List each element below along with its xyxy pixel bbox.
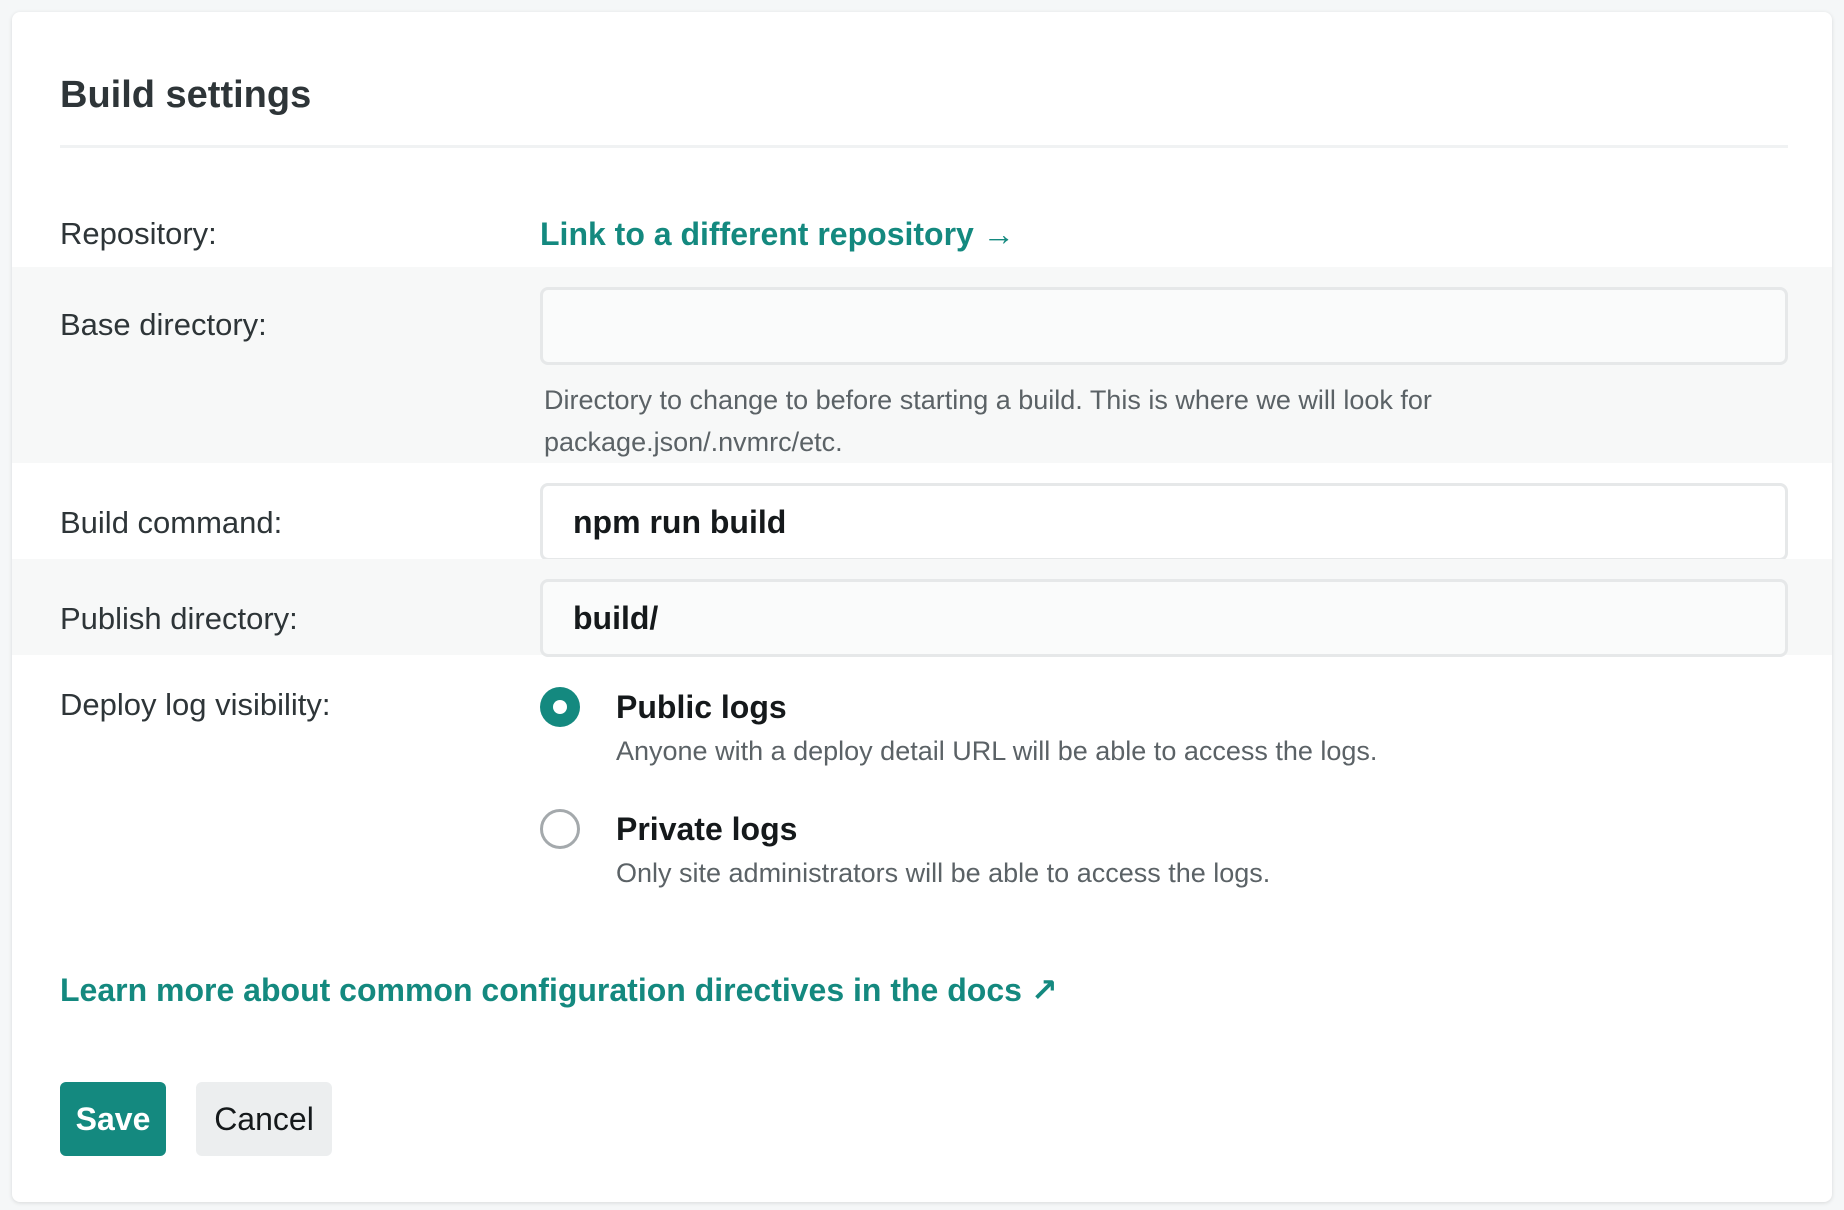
publish-directory-input[interactable] <box>540 579 1788 657</box>
title-divider <box>60 145 1788 148</box>
save-button[interactable]: Save <box>60 1082 166 1156</box>
link-different-repository[interactable]: Link to a different repository → <box>540 216 1015 252</box>
public-logs-radio[interactable] <box>540 687 580 727</box>
build-settings-card: Build settings Repository: Link to a dif… <box>12 12 1832 1202</box>
repository-label: Repository: <box>60 216 217 251</box>
card-title: Build settings <box>60 74 312 116</box>
private-logs-title: Private logs <box>616 811 798 847</box>
docs-link-text: Learn more about common configuration di… <box>60 972 1022 1008</box>
cancel-button[interactable]: Cancel <box>196 1082 332 1156</box>
base-directory-help: Directory to change to before starting a… <box>544 385 1432 457</box>
deploy-log-visibility-row: Deploy log visibility: Public logs Anyon… <box>12 655 1832 915</box>
docs-link[interactable]: Learn more about common configuration di… <box>60 968 1058 1012</box>
build-command-input[interactable] <box>540 483 1788 561</box>
publish-directory-label: Publish directory: <box>60 601 298 636</box>
publish-directory-row: Publish directory: <box>12 559 1832 657</box>
build-command-row: Build command: <box>12 463 1832 561</box>
public-logs-title: Public logs <box>616 689 787 725</box>
repository-link-text: Link to a different repository <box>540 216 974 252</box>
arrow-right-icon: → <box>982 216 1015 252</box>
base-directory-label: Base directory: <box>60 307 267 342</box>
private-logs-radio[interactable] <box>540 809 580 849</box>
base-directory-input[interactable] <box>540 287 1788 365</box>
build-command-label: Build command: <box>60 505 283 540</box>
repository-row: Repository: Link to a different reposito… <box>12 202 1832 262</box>
deploy-log-visibility-label: Deploy log visibility: <box>60 687 331 722</box>
external-link-icon: ↗ <box>1030 972 1058 1008</box>
base-directory-row: Base directory: Directory to change to b… <box>12 267 1832 463</box>
public-logs-description: Anyone with a deploy detail URL will be … <box>616 736 1378 766</box>
private-logs-description: Only site administrators will be able to… <box>616 858 1271 888</box>
